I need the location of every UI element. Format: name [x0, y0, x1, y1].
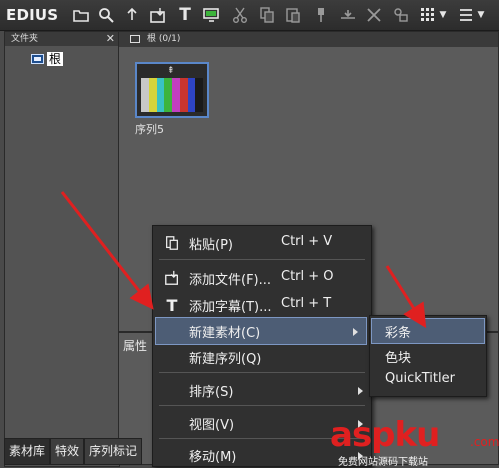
bin-title: 根 (0/1) [147, 34, 181, 44]
menu-item-shortcut: Ctrl + V [281, 234, 333, 249]
menu-separator [159, 405, 365, 406]
paste-icon [163, 234, 181, 252]
folder-panel-header: 文件夹 ✕ [5, 32, 119, 46]
import-icon[interactable] [148, 5, 168, 25]
color-bar [195, 78, 203, 112]
folder-icon [31, 54, 44, 64]
menu-item-new-clip[interactable]: 新建素材(C) [155, 317, 367, 345]
paste-icon[interactable] [283, 5, 303, 25]
watermark-subtitle: 免费网站源码下载站 [338, 457, 428, 468]
add-file-icon [163, 269, 181, 287]
submenu-item-label: QuickTitler [385, 371, 455, 386]
tab-bin[interactable]: 素材库 [4, 438, 51, 465]
chevron-down-icon[interactable]: ▼ [476, 5, 486, 25]
menu-item-shortcut: Ctrl + O [281, 269, 334, 284]
menu-item-paste[interactable]: 粘贴(P) Ctrl + V [153, 230, 371, 256]
tree-item-label: 根 [47, 52, 64, 66]
color-bar [141, 78, 149, 112]
delete-icon[interactable] [364, 5, 384, 25]
submenu-item-label: 彩条 [385, 326, 412, 341]
search-icon[interactable] [96, 5, 116, 25]
watermark: aspku .com 免费网站源码下载站 [330, 415, 499, 468]
menu-item-shortcut: Ctrl + T [281, 296, 332, 311]
color-bar [172, 78, 180, 112]
copy-icon[interactable] [257, 5, 277, 25]
submenu-item-color-matte[interactable]: 色块 [372, 344, 484, 368]
color-bar [179, 78, 188, 112]
clip-label: 序列5 [135, 123, 164, 136]
sequence-icon: ⇞ [167, 66, 175, 76]
app-title: EDIUS [6, 6, 59, 24]
toolbar: EDIUS T ▼ ▼ [0, 0, 499, 31]
watermark-suffix: .com [470, 435, 499, 449]
menu-item-label: 移动(M) [189, 450, 237, 465]
title-icon: T [166, 295, 178, 315]
tree-item-root[interactable]: 根 [31, 52, 64, 66]
cut-icon[interactable] [230, 5, 250, 25]
pin-icon[interactable] [311, 5, 331, 25]
menu-item-label: 粘贴(P) [189, 238, 233, 253]
chevron-right-icon [358, 387, 363, 395]
menu-item-sort[interactable]: 排序(S) [153, 377, 371, 403]
submenu-item-color-bars[interactable]: 彩条 [371, 318, 485, 344]
menu-separator [159, 372, 365, 373]
submenu-item-label: 色块 [385, 351, 412, 366]
close-icon[interactable]: ✕ [106, 32, 115, 46]
title-icon[interactable]: T [175, 5, 195, 25]
monitor-icon[interactable] [201, 5, 221, 25]
bottom-tabs: 素材库 特效 序列标记 [4, 438, 154, 465]
view-grid-icon[interactable] [418, 5, 438, 25]
properties-icon[interactable] [391, 5, 411, 25]
chevron-right-icon [353, 328, 358, 336]
bin-panel-header: 根 (0/1) [119, 32, 498, 47]
folder-panel-title: 文件夹 [11, 34, 39, 44]
color-bars-preview [141, 78, 203, 112]
list-icon[interactable] [456, 5, 476, 25]
menu-separator [159, 259, 365, 260]
folder-icon [130, 35, 140, 43]
menu-item-label: 新建素材(C) [189, 326, 261, 341]
tab-effects[interactable]: 特效 [50, 438, 85, 465]
color-bar [164, 78, 172, 112]
menu-item-new-sequence[interactable]: 新建序列(Q) [153, 344, 371, 370]
menu-item-label: 排序(S) [189, 385, 234, 400]
trim-icon[interactable] [338, 5, 358, 25]
menu-item-add-file[interactable]: 添加文件(F)... Ctrl + O [153, 265, 371, 291]
folder-panel: 文件夹 ✕ 根 [4, 31, 120, 467]
color-bar [148, 78, 157, 112]
chevron-down-icon[interactable]: ▼ [438, 5, 448, 25]
clip-thumbnail[interactable]: ⇞ [135, 62, 209, 118]
watermark-logo: aspku [330, 415, 440, 455]
color-bar [187, 78, 196, 112]
folder-icon[interactable] [71, 5, 91, 25]
menu-item-label: 添加文件(F)... [189, 273, 272, 288]
property-label: 属性 [123, 339, 148, 353]
up-icon[interactable] [122, 5, 142, 25]
menu-item-label: 视图(V) [189, 418, 235, 433]
tab-sequence-markers[interactable]: 序列标记 [84, 438, 143, 465]
color-bar [156, 78, 165, 112]
submenu-item-quicktitler[interactable]: QuickTitler [372, 368, 484, 392]
menu-item-label: 添加字幕(T)... [189, 300, 272, 315]
new-clip-submenu: 彩条 色块 QuickTitler [369, 315, 487, 397]
menu-item-add-title[interactable]: T 添加字幕(T)... Ctrl + T [153, 292, 371, 318]
menu-item-label: 新建序列(Q) [189, 352, 262, 367]
